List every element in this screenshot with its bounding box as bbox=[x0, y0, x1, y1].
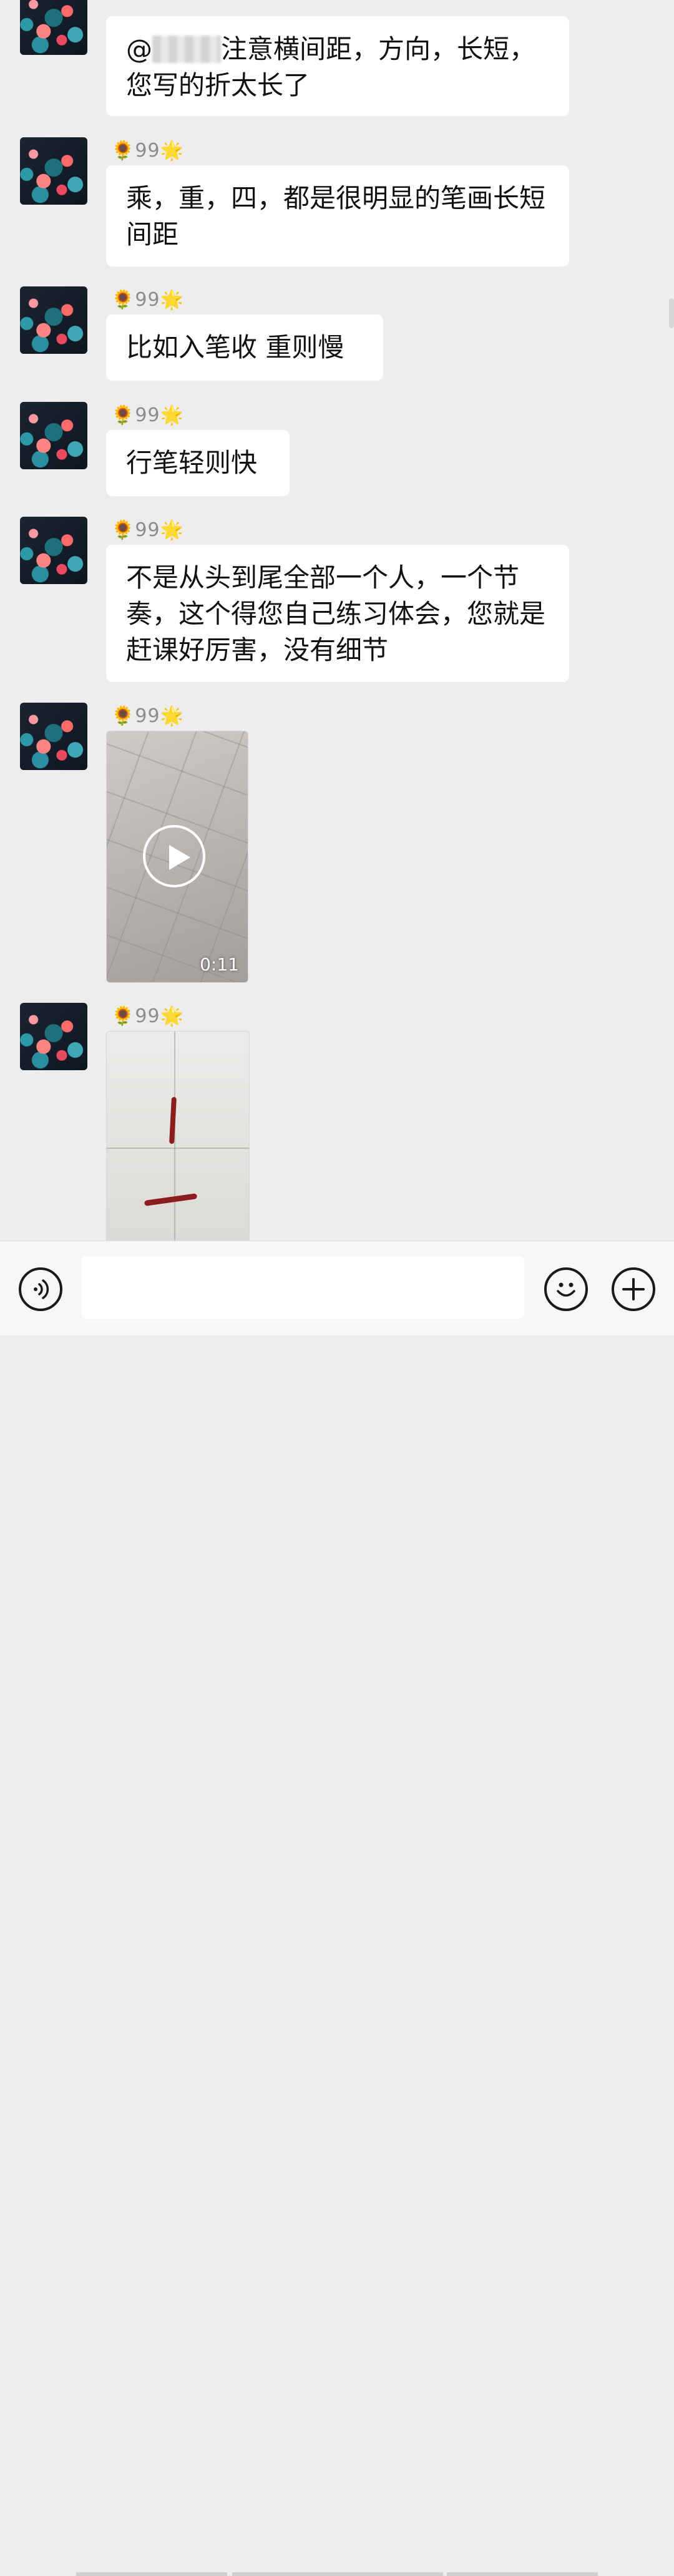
sender-label: 99 bbox=[135, 705, 160, 727]
voice-button[interactable] bbox=[19, 1267, 62, 1311]
chat-history[interactable]: @ 注意横间距，方向，长短，您写的折太长了 🌻99🌟 乘，重，四，都是很明显的笔画… bbox=[0, 0, 674, 1241]
emoji-icon bbox=[557, 1282, 575, 1297]
avatar[interactable] bbox=[20, 703, 87, 770]
star-icon: 🌟 bbox=[160, 404, 184, 426]
message-bubble[interactable]: @ 注意横间距，方向，长短，您写的折太长了 bbox=[106, 16, 569, 116]
message-bubble[interactable]: 比如入笔收 重则慢 bbox=[106, 315, 383, 381]
message-text: 不是从头到尾全部一个人，一个节奏，这个得您自己练习体会，您就是赶课好厉害，没有细… bbox=[126, 562, 546, 665]
play-icon[interactable] bbox=[143, 825, 205, 887]
sender-label: 99 bbox=[135, 140, 160, 162]
bottom-indicator bbox=[76, 2572, 227, 2576]
avatar[interactable] bbox=[20, 137, 87, 205]
calligraphy-stroke bbox=[144, 1193, 198, 1206]
star-icon: 🌟 bbox=[160, 519, 184, 541]
sender-label: 99 bbox=[135, 404, 160, 426]
sender-name: 🌻99🌟 bbox=[111, 403, 184, 428]
message-input[interactable] bbox=[81, 1256, 524, 1319]
bottom-indicator bbox=[232, 2572, 443, 2576]
voice-icon bbox=[34, 1279, 49, 1299]
sender-label: 99 bbox=[135, 1005, 160, 1027]
video-duration: 0:11 bbox=[200, 954, 239, 975]
star-icon: 🌟 bbox=[160, 705, 184, 727]
sender-name: 🌻99🌟 bbox=[111, 139, 184, 163]
avatar[interactable] bbox=[20, 0, 87, 55]
sender-label: 99 bbox=[135, 519, 160, 541]
calligraphy-stroke bbox=[169, 1096, 177, 1144]
message-bubble[interactable]: 乘，重，四，都是很明显的笔画长短间距 bbox=[106, 165, 569, 266]
sunflower-icon: 🌻 bbox=[111, 140, 135, 162]
bottom-indicator bbox=[447, 2572, 598, 2576]
message-text: 比如入笔收 重则慢 bbox=[126, 332, 344, 363]
message-text: 行笔轻则快 bbox=[126, 447, 258, 478]
star-icon: 🌟 bbox=[160, 289, 184, 311]
message-text-prefix: @ bbox=[126, 34, 152, 64]
sender-name: 🌻99🌟 bbox=[111, 518, 184, 543]
plus-icon bbox=[622, 1278, 645, 1300]
video-message[interactable]: 0:11 bbox=[106, 731, 248, 983]
redacted-mention bbox=[152, 36, 221, 63]
image-message[interactable] bbox=[106, 1031, 250, 1241]
sunflower-icon: 🌻 bbox=[111, 1005, 135, 1027]
sunflower-icon: 🌻 bbox=[111, 519, 135, 541]
sunflower-icon: 🌻 bbox=[111, 289, 135, 311]
avatar[interactable] bbox=[20, 517, 87, 584]
message-text: 乘，重，四，都是很明显的笔画长短间距 bbox=[126, 183, 546, 250]
star-icon: 🌟 bbox=[160, 1005, 184, 1027]
sunflower-icon: 🌻 bbox=[111, 404, 135, 426]
chat-input-bar bbox=[0, 1241, 674, 2576]
message-bubble[interactable]: 不是从头到尾全部一个人，一个节奏，这个得您自己练习体会，您就是赶课好厉害，没有细… bbox=[106, 545, 569, 682]
avatar[interactable] bbox=[20, 1003, 87, 1070]
message-bubble[interactable]: 行笔轻则快 bbox=[106, 430, 290, 496]
star-icon: 🌟 bbox=[160, 140, 184, 162]
sunflower-icon: 🌻 bbox=[111, 705, 135, 727]
scrollbar[interactable] bbox=[669, 298, 674, 328]
sender-name: 🌻99🌟 bbox=[111, 1004, 184, 1029]
sender-label: 99 bbox=[135, 289, 160, 311]
sender-name: 🌻99🌟 bbox=[111, 704, 184, 729]
plus-button[interactable] bbox=[612, 1267, 655, 1311]
avatar[interactable] bbox=[20, 402, 87, 469]
sender-name: 🌻99🌟 bbox=[111, 288, 184, 313]
emoji-button[interactable] bbox=[544, 1267, 588, 1311]
avatar[interactable] bbox=[20, 286, 87, 354]
